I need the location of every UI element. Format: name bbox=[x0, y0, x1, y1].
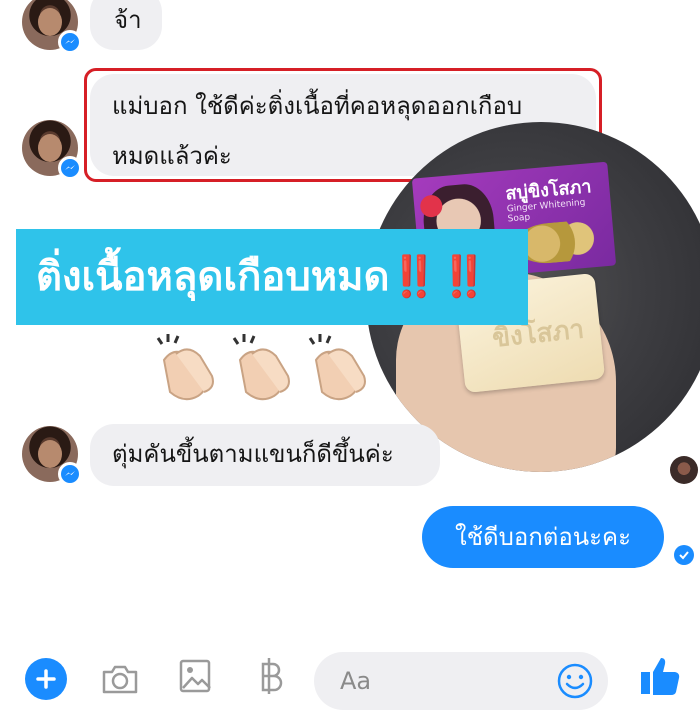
message-input-placeholder: Aa bbox=[340, 667, 372, 695]
clapping-hands-icon bbox=[232, 334, 290, 401]
messenger-badge-icon bbox=[58, 30, 82, 54]
message-text: จ้า bbox=[114, 6, 142, 34]
delivered-check-icon bbox=[674, 545, 694, 565]
clapping-hands-icon bbox=[308, 334, 366, 401]
message-bubble[interactable]: จ้า bbox=[90, 0, 162, 50]
banner-text: ติ่งเนื้อหลุดเกือบหมด bbox=[36, 254, 390, 300]
sender-avatar[interactable] bbox=[22, 426, 82, 486]
banner-exclamation: ‼️‼️ bbox=[389, 254, 490, 300]
emoji-icon[interactable] bbox=[556, 662, 594, 700]
clapping-hands-row[interactable] bbox=[148, 330, 378, 404]
camera-icon[interactable] bbox=[100, 662, 140, 696]
seen-by-avatar bbox=[670, 456, 698, 484]
sender-avatar[interactable] bbox=[22, 120, 82, 180]
outgoing-message-bubble[interactable]: ใช้ดีบอกต่อนะคะ bbox=[422, 506, 664, 568]
sender-avatar[interactable] bbox=[22, 0, 82, 54]
message-text: ใช้ดีบอกต่อนะคะ bbox=[454, 523, 631, 551]
message-bubble[interactable]: ตุ่มคันขึ้นตามแขนก็ดีขึ้นค่ะ bbox=[90, 424, 440, 486]
thumbs-up-icon[interactable] bbox=[638, 654, 682, 698]
image-icon[interactable] bbox=[178, 658, 212, 694]
composer-toolbar: Aa bbox=[0, 648, 700, 710]
messenger-badge-icon bbox=[58, 156, 82, 180]
promo-banner: ติ่งเนื้อหลุดเกือบหมด‼️‼️ bbox=[16, 229, 528, 325]
message-input[interactable]: Aa bbox=[314, 652, 608, 710]
baht-icon[interactable] bbox=[256, 656, 284, 696]
messenger-badge-icon bbox=[58, 462, 82, 486]
message-text: ตุ่มคันขึ้นตามแขนก็ดีขึ้นค่ะ bbox=[112, 440, 394, 468]
clapping-hands-icon bbox=[156, 334, 214, 401]
plus-icon[interactable] bbox=[25, 658, 67, 700]
